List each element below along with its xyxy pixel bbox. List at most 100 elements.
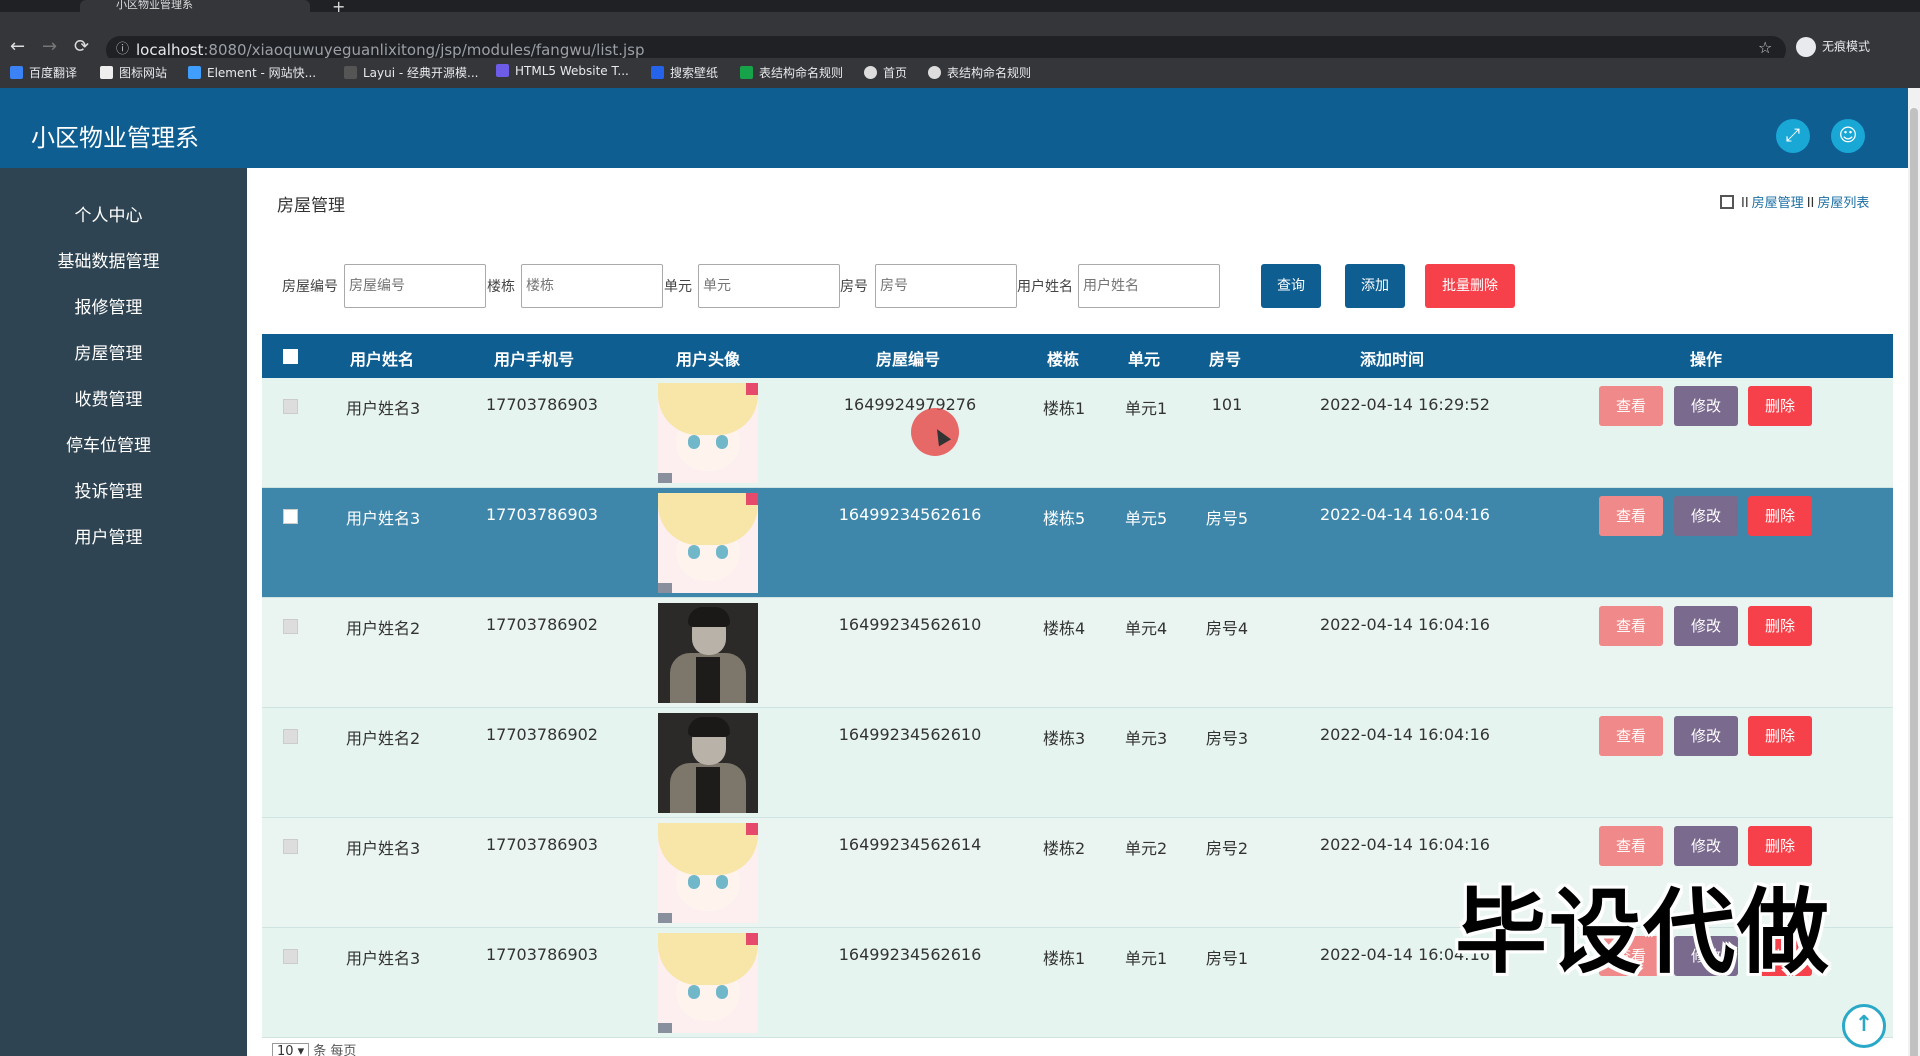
- cell-phone: 17703786903: [486, 835, 598, 854]
- cell-building: 楼栋5: [1043, 509, 1086, 528]
- cell-house-no: 16499234562616: [838, 945, 982, 964]
- bookmark-icon: [496, 64, 509, 77]
- cell-phone: 17703786903: [486, 945, 598, 964]
- row-checkbox[interactable]: [283, 839, 298, 854]
- view-button[interactable]: 查看: [1599, 386, 1663, 426]
- unit-input[interactable]: [698, 264, 840, 308]
- bookmark-item[interactable]: 搜索壁纸: [651, 64, 718, 81]
- cell-phone: 17703786903: [486, 395, 598, 414]
- scrollbar-thumb[interactable]: [1910, 108, 1918, 1056]
- sidebar-item-basic-data[interactable]: 基础数据管理: [0, 247, 217, 272]
- bookmark-icon: [10, 66, 23, 79]
- reload-icon[interactable]: ⟳: [74, 36, 89, 57]
- edit-button[interactable]: 修改: [1674, 606, 1738, 646]
- edit-button[interactable]: 修改: [1674, 716, 1738, 756]
- cell-time: 2022-04-14 16:04:16: [1320, 505, 1490, 524]
- incognito-icon: [1796, 37, 1816, 57]
- scrollbar[interactable]: [1908, 88, 1920, 1056]
- cell-username: 用户姓名2: [346, 729, 421, 748]
- cell-username: 用户姓名3: [346, 949, 421, 968]
- bookmark-item[interactable]: HTML5 Website T...: [496, 64, 629, 78]
- address-bar-area: ← → ⟳ ⓘ localhost:8080/xiaoquwuyeguanlix…: [0, 12, 1920, 64]
- select-all-checkbox[interactable]: [283, 349, 298, 364]
- bookmark-item[interactable]: Element - 网站快...: [188, 64, 316, 81]
- sidebar-item-repair[interactable]: 报修管理: [0, 293, 217, 318]
- row-checkbox[interactable]: [283, 399, 298, 414]
- bookmark-item[interactable]: Layui - 经典开源模...: [344, 64, 478, 81]
- batch-delete-button[interactable]: 批量删除: [1425, 264, 1515, 308]
- sidebar-item-users[interactable]: 用户管理: [0, 523, 217, 548]
- query-button[interactable]: 查询: [1261, 264, 1321, 308]
- cell-room: 101: [1211, 395, 1243, 414]
- delete-button[interactable]: 删除: [1748, 606, 1812, 646]
- avatar: [658, 933, 758, 1033]
- sidebar-item-house[interactable]: 房屋管理: [0, 339, 217, 364]
- bookmark-item[interactable]: 图标网站: [100, 64, 167, 81]
- cell-unit: 单元4: [1125, 619, 1168, 638]
- house-no-input[interactable]: [344, 264, 486, 308]
- user-icon[interactable]: ☺: [1831, 119, 1865, 153]
- url-path: :8080/xiaoquwuyeguanlixitong/jsp/modules…: [203, 41, 645, 59]
- add-button[interactable]: 添加: [1345, 264, 1405, 308]
- back-icon[interactable]: ←: [10, 36, 25, 57]
- cell-building: 楼栋4: [1043, 619, 1086, 638]
- room-input[interactable]: [875, 264, 1017, 308]
- cell-time: 2022-04-14 16:04:16: [1320, 835, 1490, 854]
- home-icon[interactable]: [1720, 195, 1734, 209]
- bookmark-item[interactable]: 百度翻译: [10, 64, 77, 81]
- bookmark-star-icon[interactable]: ☆: [1758, 38, 1772, 57]
- row-checkbox[interactable]: [283, 729, 298, 744]
- building-input[interactable]: [521, 264, 663, 308]
- watermark-text: 毕设代做: [1455, 879, 1832, 986]
- delete-button[interactable]: 删除: [1748, 716, 1812, 756]
- cell-house-no: 16499234562614: [838, 835, 982, 854]
- edit-button[interactable]: 修改: [1674, 386, 1738, 426]
- row-checkbox[interactable]: [283, 619, 298, 634]
- expand-icon[interactable]: ⤢: [1776, 119, 1810, 153]
- bookmark-icon: [740, 66, 753, 79]
- search-label-house-no: 房屋编号: [282, 279, 338, 295]
- pagination: 10 ▾ 条 每页: [272, 1040, 356, 1056]
- cell-room: 房号1: [1205, 949, 1249, 968]
- delete-button[interactable]: 删除: [1748, 496, 1812, 536]
- forward-icon[interactable]: →: [42, 36, 57, 57]
- view-button[interactable]: 查看: [1599, 716, 1663, 756]
- cell-house-no: 16499234562610: [838, 615, 982, 634]
- column-header-building: 楼栋: [1047, 350, 1080, 369]
- bookmark-item[interactable]: 首页: [864, 64, 907, 81]
- search-label-room: 房号: [840, 279, 868, 295]
- sidebar-item-complaints[interactable]: 投诉管理: [0, 477, 217, 502]
- view-button[interactable]: 查看: [1599, 606, 1663, 646]
- cell-phone: 17703786903: [486, 505, 598, 524]
- cell-building: 楼栋2: [1043, 839, 1086, 858]
- username-input[interactable]: [1078, 264, 1220, 308]
- cell-unit: 单元1: [1125, 399, 1168, 418]
- edit-button[interactable]: 修改: [1674, 496, 1738, 536]
- breadcrumb-item[interactable]: 房屋管理: [1752, 196, 1804, 211]
- sidebar-item-parking[interactable]: 停车位管理: [0, 431, 217, 456]
- incognito-indicator[interactable]: 无痕模式: [1796, 37, 1870, 57]
- cell-unit: 单元1: [1125, 949, 1168, 968]
- column-header-actions: 操作: [1690, 350, 1723, 369]
- page-size-select[interactable]: 10 ▾: [272, 1043, 310, 1056]
- row-checkbox[interactable]: [283, 509, 298, 524]
- cell-time: 2022-04-14 16:04:16: [1320, 615, 1490, 634]
- sidebar-item-personal-center[interactable]: 个人中心: [0, 201, 217, 226]
- cell-room: 房号4: [1205, 619, 1249, 638]
- delete-button[interactable]: 删除: [1748, 386, 1812, 426]
- arrow-up-icon[interactable]: ↑: [1842, 1004, 1886, 1048]
- page-title: 房屋管理: [277, 196, 345, 216]
- bookmark-item[interactable]: 表结构命名规则: [928, 64, 1031, 81]
- browser-tab[interactable]: 小区物业管理系: [80, 0, 310, 12]
- cell-room: 房号5: [1205, 509, 1249, 528]
- bookmark-item[interactable]: 表结构命名规则: [740, 64, 843, 81]
- cell-building: 楼栋1: [1043, 399, 1086, 418]
- column-header-phone: 用户手机号: [494, 350, 575, 369]
- search-label-building: 楼栋: [487, 279, 515, 295]
- row-checkbox[interactable]: [283, 949, 298, 964]
- page-size-suffix: 条 每页: [313, 1044, 357, 1056]
- search-label-unit: 单元: [664, 279, 692, 295]
- cell-phone: 17703786902: [486, 615, 598, 634]
- view-button[interactable]: 查看: [1599, 496, 1663, 536]
- sidebar-item-fees[interactable]: 收费管理: [0, 385, 217, 410]
